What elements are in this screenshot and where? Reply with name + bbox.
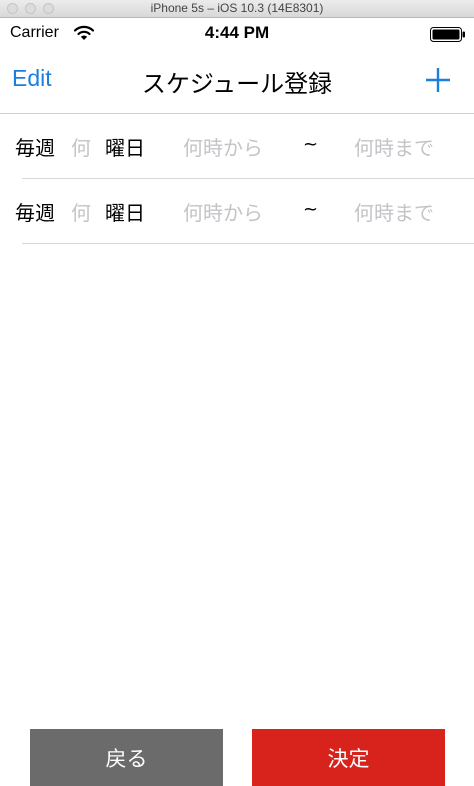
start-time-field[interactable]: 何時から — [183, 197, 263, 226]
simulator-title: iPhone 5s – iOS 10.3 (14E8301) — [150, 1, 324, 15]
weekly-label: 毎週 — [15, 136, 55, 160]
schedule-row: 毎週 何 曜日 何時から ~ 何時まで — [0, 179, 474, 244]
status-bar: Carrier 4:44 PM — [0, 18, 474, 50]
time-separator: ~ — [303, 134, 319, 155]
page-title: スケジュール登録 — [141, 70, 333, 98]
status-time: 4:44 PM — [204, 23, 270, 42]
youbi-label: 曜日 — [105, 201, 145, 225]
confirm-button[interactable]: 決定 — [252, 729, 445, 786]
day-of-week-field[interactable]: 何 — [71, 132, 91, 161]
navigation-bar: Edit スケジュール登録 — [0, 50, 474, 114]
schedule-row: 毎週 何 曜日 何時から ~ 何時まで — [0, 114, 474, 179]
schedule-list: 毎週 何 曜日 何時から ~ 何時まで 毎週 何 曜日 何時から ~ 何時まで — [0, 114, 474, 244]
simulator-title-bar: iPhone 5s – iOS 10.3 (14E8301) — [0, 0, 474, 18]
battery-icon — [430, 27, 465, 42]
end-time-field[interactable]: 何時まで — [354, 132, 434, 161]
back-button[interactable]: 戻る — [30, 729, 223, 786]
plus-icon[interactable] — [424, 66, 452, 94]
youbi-label: 曜日 — [105, 136, 145, 160]
start-time-field[interactable]: 何時から — [183, 132, 263, 161]
day-of-week-field[interactable]: 何 — [71, 197, 91, 226]
end-time-field[interactable]: 何時まで — [354, 197, 434, 226]
weekly-label: 毎週 — [15, 201, 55, 225]
time-separator: ~ — [303, 199, 319, 220]
